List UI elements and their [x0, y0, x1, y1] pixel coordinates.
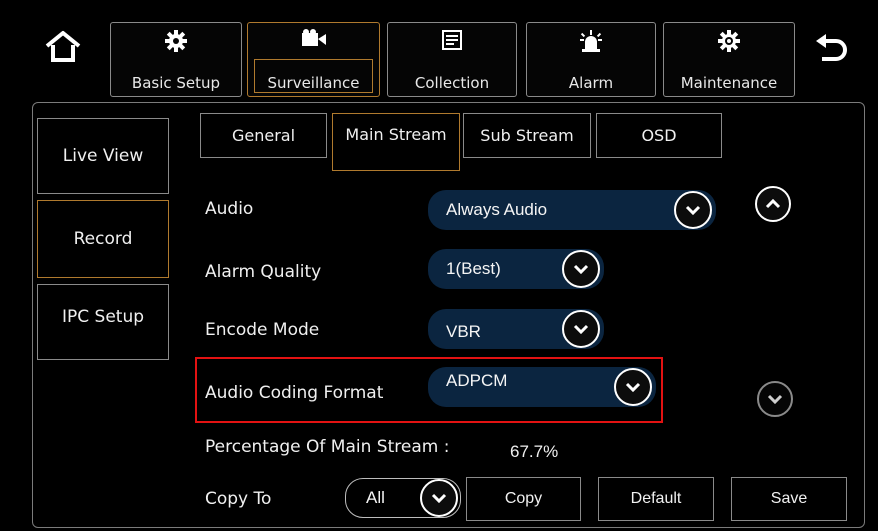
tab-label: General — [231, 126, 296, 145]
tab-label: Sub Stream — [480, 126, 574, 145]
sidebar-item-ipc-setup[interactable]: IPC Setup — [37, 284, 169, 360]
home-icon — [45, 31, 81, 62]
tab-label: Basic Setup — [131, 74, 221, 92]
tab-label: Alarm — [568, 74, 614, 92]
sidebar-item-record[interactable]: Record — [37, 200, 169, 278]
scroll-up-button[interactable] — [755, 186, 791, 222]
back-button[interactable] — [808, 26, 854, 70]
scroll-down-button[interactable] — [757, 381, 793, 417]
alarm-quality-label: Alarm Quality — [205, 262, 322, 282]
chevron-down-icon — [573, 324, 589, 334]
tab-sub-stream[interactable]: Sub Stream — [463, 113, 591, 158]
save-button[interactable]: Save — [731, 477, 847, 521]
chevron-down-icon — [625, 382, 641, 392]
back-arrow-icon — [816, 34, 847, 61]
audio-coding-format-label: Audio Coding Format — [205, 383, 384, 403]
sidebar-item-label: IPC Setup — [61, 307, 145, 327]
sidebar-item-label: Record — [73, 229, 133, 249]
sidebar-item-live-view[interactable]: Live View — [37, 118, 169, 194]
alarm-quality-value: 1(Best) — [446, 259, 501, 278]
sidebar-item-label: Live View — [62, 146, 144, 166]
chevron-down-icon — [573, 264, 589, 274]
copy-to-select[interactable]: All — [345, 478, 461, 518]
tab-label: OSD — [641, 126, 677, 145]
percentage-value: 67.7% — [510, 442, 559, 461]
encode-mode-dropdown[interactable]: VBR — [428, 309, 604, 349]
chevron-up-icon — [765, 199, 781, 209]
tab-maintenance[interactable]: Maintenance — [663, 22, 795, 97]
tab-label: Main Stream — [345, 125, 447, 144]
audio-coding-format-value: ADPCM — [446, 371, 508, 390]
tab-general[interactable]: General — [200, 113, 327, 158]
encode-mode-dropdown-toggle[interactable] — [562, 310, 600, 348]
audio-dropdown-toggle[interactable] — [674, 191, 712, 229]
percentage-label: Percentage Of Main Stream : — [205, 437, 450, 457]
tab-alarm[interactable]: Alarm — [526, 22, 656, 97]
home-button[interactable] — [38, 22, 88, 72]
audio-value: Always Audio — [446, 200, 548, 219]
copy-to-dropdown-toggle[interactable] — [420, 479, 458, 517]
audio-coding-format-dropdown-toggle[interactable] — [614, 368, 652, 406]
audio-coding-format-dropdown[interactable]: ADPCM — [428, 367, 656, 407]
alarm-quality-dropdown-toggle[interactable] — [562, 250, 600, 288]
video-camera-icon — [301, 29, 326, 46]
list-icon — [442, 30, 462, 50]
audio-dropdown[interactable]: Always Audio — [428, 190, 716, 230]
copy-to-label: Copy To — [205, 489, 272, 509]
chevron-down-icon — [767, 394, 783, 404]
encode-mode-value: VBR — [446, 322, 481, 341]
alarm-light-icon — [580, 30, 602, 52]
gear-icon — [165, 30, 187, 52]
encode-mode-label: Encode Mode — [205, 320, 320, 340]
default-button[interactable]: Default — [598, 477, 714, 521]
copy-button[interactable]: Copy — [466, 477, 581, 521]
tab-osd[interactable]: OSD — [596, 113, 722, 158]
tab-surveillance[interactable]: Surveillance — [247, 22, 380, 97]
copy-to-value: All — [366, 488, 385, 507]
tab-collection[interactable]: Collection — [387, 22, 517, 97]
chevron-down-icon — [431, 493, 447, 503]
tab-main-stream[interactable]: Main Stream — [332, 113, 460, 171]
tab-label: Maintenance — [680, 74, 778, 92]
tab-label: Surveillance — [267, 74, 360, 92]
alarm-quality-dropdown[interactable]: 1(Best) — [428, 249, 604, 289]
maintenance-gear-icon — [718, 30, 740, 52]
chevron-down-icon — [685, 205, 701, 215]
tab-basic-setup[interactable]: Basic Setup — [110, 22, 242, 97]
tab-label: Collection — [414, 74, 490, 92]
audio-label: Audio — [205, 199, 254, 219]
